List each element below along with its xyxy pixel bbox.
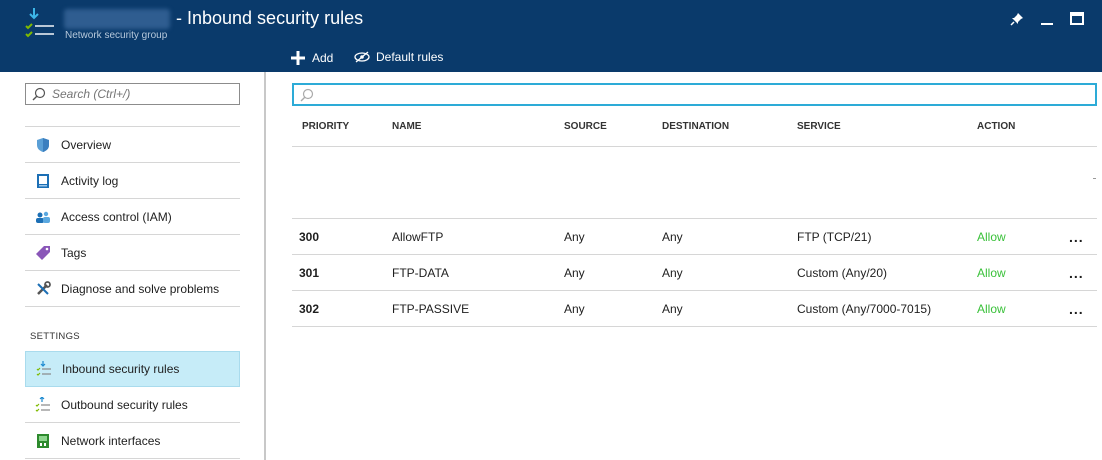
nav-item-label: Network interfaces — [61, 433, 161, 448]
nav-item-access-control[interactable]: Access control (IAM) — [25, 199, 240, 235]
column-header-source[interactable]: SOURCE — [564, 112, 607, 142]
outbound-rules-icon — [35, 396, 51, 413]
default-rules-label: Default rules — [376, 50, 444, 64]
cell-priority: 300 — [299, 230, 320, 244]
nav-item-label: Overview — [61, 137, 112, 152]
menu-search-box[interactable] — [25, 83, 240, 105]
minimize-icon[interactable] — [1038, 10, 1056, 28]
eye-hidden-icon — [354, 51, 370, 63]
cell-name: AllowFTP — [392, 230, 444, 244]
cell-priority: 302 — [299, 302, 320, 316]
table-row[interactable]: 301 FTP-DATA Any Any Custom (Any/20) All… — [292, 255, 1097, 291]
cell-source: Any — [564, 230, 585, 244]
column-header-name[interactable]: NAME — [392, 112, 421, 142]
network-interface-icon — [35, 433, 51, 449]
cell-action: Allow — [977, 230, 1006, 244]
table-row[interactable]: 300 AllowFTP Any Any FTP (TCP/21) Allow … — [292, 219, 1097, 255]
more-options-button[interactable]: ... — [1069, 255, 1084, 291]
column-header-destination[interactable]: DESTINATION — [662, 112, 729, 142]
cell-name: FTP-PASSIVE — [392, 302, 470, 316]
shield-icon — [35, 137, 51, 153]
filter-input[interactable] — [318, 87, 1088, 102]
rules-table-body: 300 AllowFTP Any Any FTP (TCP/21) Allow … — [292, 218, 1097, 327]
wrench-icon — [35, 280, 51, 297]
maximize-icon[interactable] — [1068, 10, 1086, 28]
people-icon — [35, 209, 51, 225]
more-options-button[interactable]: ... — [1069, 219, 1084, 255]
page-subtitle: Network security group — [65, 30, 168, 41]
table-row[interactable]: 302 FTP-PASSIVE Any Any Custom (Any/7000… — [292, 291, 1097, 327]
search-icon — [32, 87, 46, 101]
nav-item-tags[interactable]: Tags — [25, 235, 240, 271]
nav-item-label: Activity log — [61, 173, 119, 188]
nav-item-network-interfaces[interactable]: Network interfaces — [25, 423, 240, 459]
column-header-action[interactable]: ACTION — [977, 112, 1015, 142]
page-title: - Inbound security rules — [176, 8, 364, 28]
cell-source: Any — [564, 302, 585, 316]
cell-priority: 301 — [299, 266, 320, 280]
cell-action: Allow — [977, 266, 1006, 280]
column-header-service[interactable]: SERVICE — [797, 112, 841, 142]
plus-icon — [290, 50, 306, 66]
nav-list: Overview Activity log Access control (IA… — [25, 126, 240, 307]
pin-icon[interactable] — [1008, 10, 1026, 28]
filter-box[interactable] — [292, 83, 1097, 106]
inbound-rules-icon — [36, 361, 52, 377]
menu-search-input[interactable] — [52, 87, 232, 101]
default-rules-button[interactable]: Default rules — [354, 50, 443, 64]
cell-name: FTP-DATA — [392, 266, 449, 280]
column-header-priority[interactable]: PRIORITY — [302, 112, 349, 142]
nav-item-overview[interactable]: Overview — [25, 127, 240, 163]
add-label: Add — [312, 51, 334, 65]
search-icon — [300, 88, 314, 102]
activity-log-icon — [35, 173, 51, 189]
settings-nav-list: Inbound security rules Outbound security… — [25, 351, 240, 459]
network-security-group-icon — [22, 6, 56, 40]
nav-item-activity-log[interactable]: Activity log — [25, 163, 240, 199]
nav-item-label: Diagnose and solve problems — [61, 281, 220, 296]
divider — [1093, 178, 1096, 179]
rules-table-header: PRIORITY NAME SOURCE DESTINATION SERVICE… — [292, 112, 1097, 147]
blurred-resource-name — [64, 8, 170, 29]
tag-icon — [35, 245, 51, 261]
cell-service: FTP (TCP/21) — [797, 230, 872, 244]
cell-service: Custom (Any/7000-7015) — [797, 302, 932, 316]
nav-item-outbound-security-rules[interactable]: Outbound security rules — [25, 387, 240, 423]
cell-destination: Any — [662, 302, 683, 316]
more-options-button[interactable]: ... — [1069, 291, 1084, 327]
nav-item-label: Outbound security rules — [61, 397, 188, 412]
cell-action: Allow — [977, 302, 1006, 316]
nav-item-label: Tags — [61, 245, 87, 260]
nav-item-diagnose[interactable]: Diagnose and solve problems — [25, 271, 240, 307]
cell-source: Any — [564, 266, 585, 280]
nav-item-label: Inbound security rules — [62, 362, 180, 376]
cell-destination: Any — [662, 266, 683, 280]
add-button[interactable]: Add — [290, 50, 333, 66]
left-navigation: Overview Activity log Access control (IA… — [0, 72, 266, 460]
nav-item-label: Access control (IAM) — [61, 209, 172, 224]
nav-item-inbound-security-rules[interactable]: Inbound security rules — [25, 351, 240, 387]
cell-destination: Any — [662, 230, 683, 244]
cell-service: Custom (Any/20) — [797, 266, 888, 280]
blade-header: - Inbound security rules Network securit… — [0, 0, 1102, 72]
settings-section-label: SETTINGS — [30, 331, 80, 342]
